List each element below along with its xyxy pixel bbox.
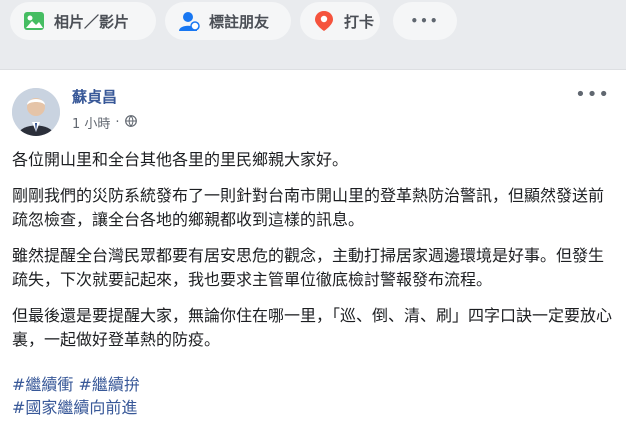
post-meta: 1 小時 · (72, 113, 137, 132)
post-author[interactable]: 蘇貞昌 (72, 86, 117, 107)
post-card: 蘇貞昌 1 小時 · ••• 各位開山里和全台其他各里的里民鄉親大家好。 剛剛我… (0, 69, 626, 426)
globe-icon[interactable] (124, 114, 137, 131)
tag-friends-label: 標註朋友 (209, 12, 270, 31)
tag-friends-button[interactable]: 標註朋友 (165, 2, 291, 40)
composer-bar: 相片／影片 標註朋友 打卡 ••• (0, 0, 626, 46)
checkin-button[interactable]: 打卡 (300, 2, 380, 40)
photo-video-label: 相片／影片 (54, 12, 130, 31)
post-paragraph: 雖然提醒全台灣民眾都要有居安思危的觀念，主動打掃居家週邊環境是好事。但發生疏失，… (12, 246, 605, 289)
hashtag-link[interactable]: #繼續拚 (79, 375, 140, 394)
post-body: 各位開山里和全台其他各里的里民鄉親大家好。 剛剛我們的災防系統發布了一則針對台南… (12, 148, 612, 364)
location-pin-icon (312, 9, 336, 33)
post-options-button[interactable]: ••• (575, 84, 610, 105)
photo-video-button[interactable]: 相片／影片 (10, 2, 156, 40)
post-paragraph: 但最後還是要提醒大家，無論你住在哪一里，「巡、倒、清、刷」四字口訣一定要放心裏，… (12, 306, 613, 349)
composer-more-button[interactable]: ••• (393, 2, 457, 40)
checkin-label: 打卡 (344, 12, 375, 31)
hashtag-link[interactable]: #繼續衝 (12, 375, 73, 394)
tag-friend-icon (177, 9, 201, 33)
hashtag-link[interactable]: #國家繼續向前進 (12, 398, 137, 417)
hashtags: #繼續衝 #繼續拚 #國家繼續向前進 (12, 373, 140, 419)
photo-icon (22, 9, 46, 33)
post-paragraph: 剛剛我們的災防系統發布了一則針對台南市開山里的登革熱防治警訊，但顯然發送前疏忽檢… (12, 186, 605, 229)
avatar[interactable] (12, 88, 60, 136)
post-time[interactable]: 1 小時 (72, 113, 110, 132)
more-options-icon: ••• (410, 14, 440, 28)
meta-separator: · (115, 115, 120, 130)
post-paragraph: 各位開山里和全台其他各里的里民鄉親大家好。 (12, 150, 349, 169)
